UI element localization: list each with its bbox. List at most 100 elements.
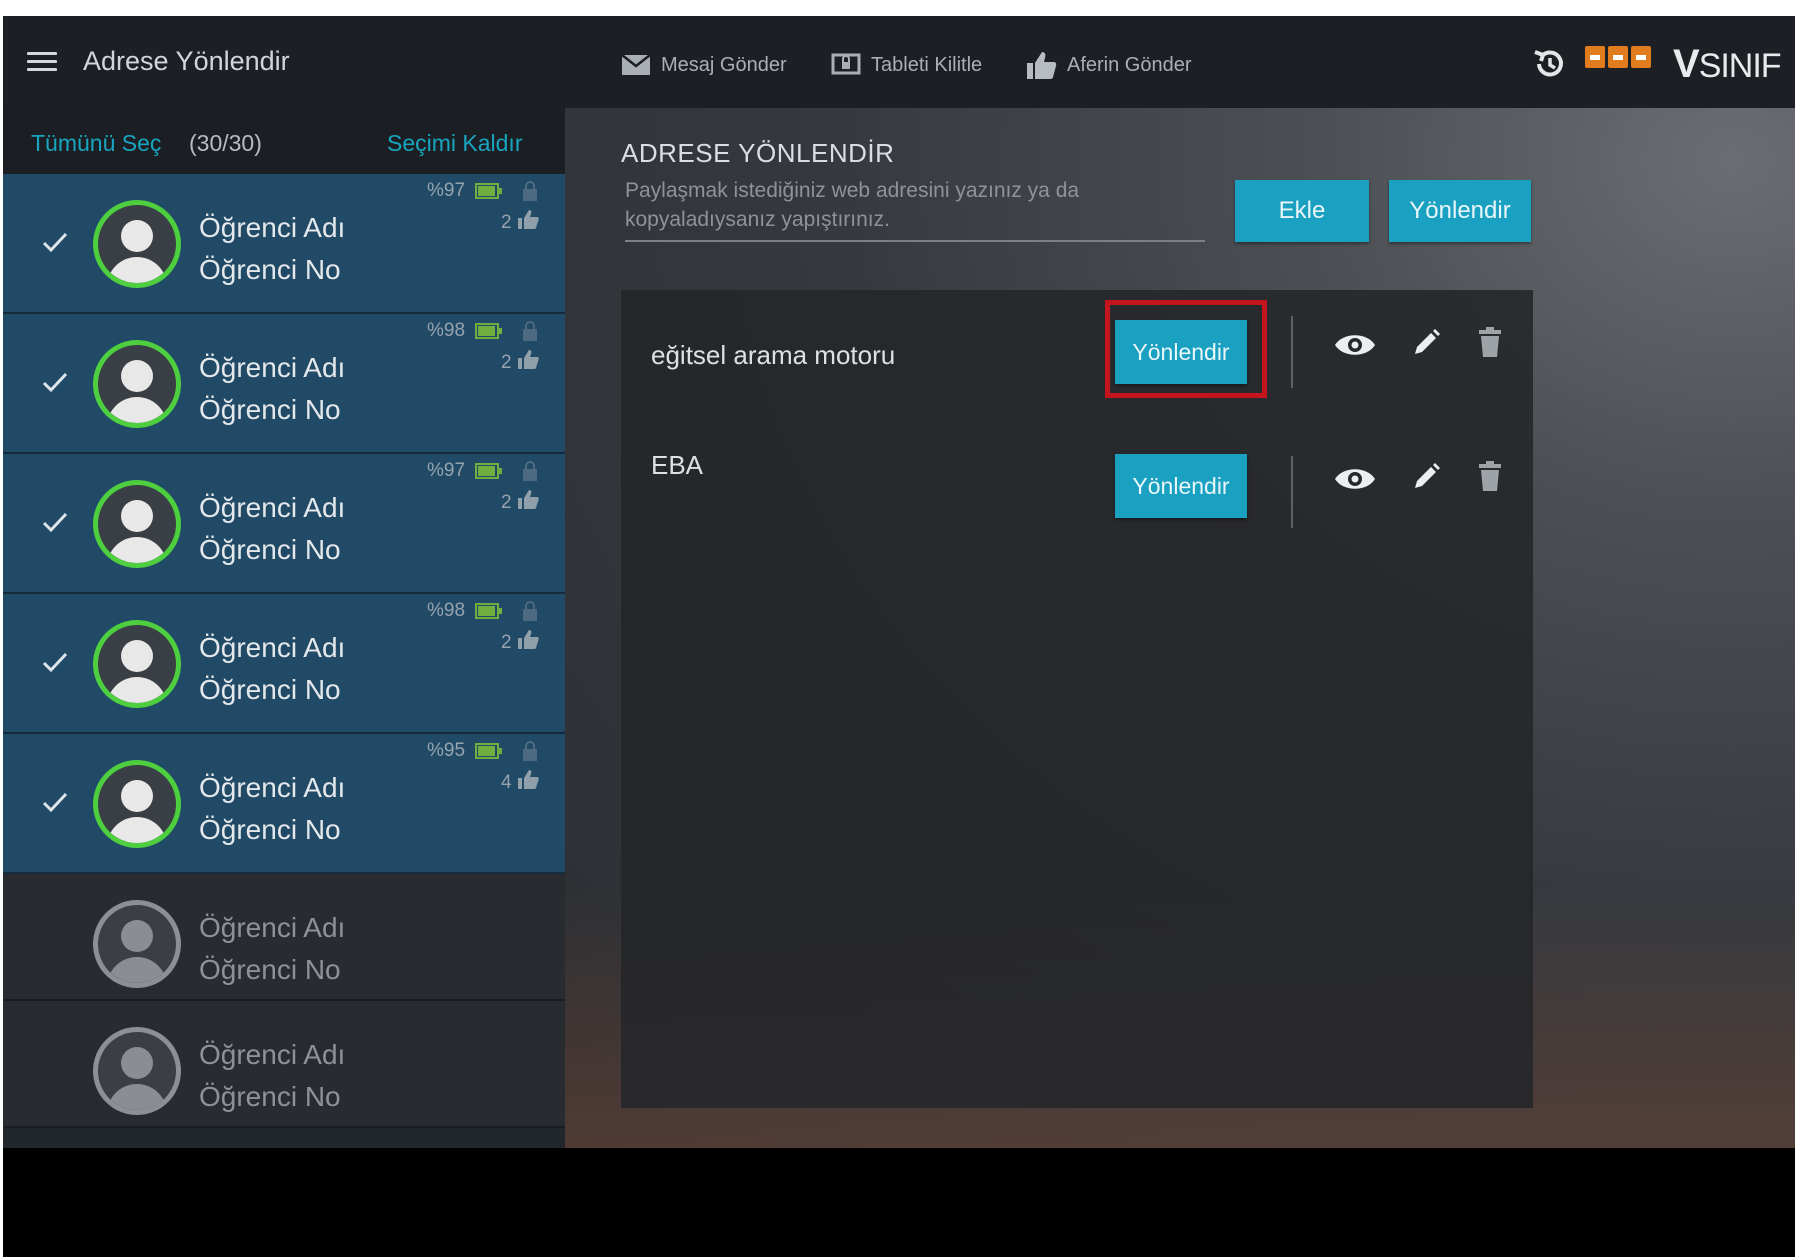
student-row[interactable]: Öğrenci Adı Öğrenci No %98 2 [3,594,565,734]
eye-icon[interactable] [1333,464,1377,494]
menu-icon[interactable] [27,52,57,74]
envelope-icon [621,54,651,75]
send-message-button[interactable]: Mesaj Gönder [621,50,787,80]
trash-icon[interactable] [1477,460,1503,492]
checkmark-icon [42,512,68,533]
brand-logo-letter: V [1673,42,1700,86]
thumbs-up-icon [518,630,539,649]
avatar [93,620,181,708]
main-panel: ADRESE YÖNLENDİR Paylaşmak istediğiniz w… [565,108,1795,1148]
avatar [93,340,181,428]
avatar [93,480,181,568]
student-list: Öğrenci Adı Öğrenci No %97 2 Öğrenci Adı Öğre… [3,174,565,1128]
select-all-button[interactable]: Tümünü Seç [31,130,161,157]
checkmark-icon [42,232,68,253]
student-row[interactable]: Öğrenci Adı Öğrenci No [3,1001,565,1128]
redirect-button[interactable]: Yönlendir [1389,180,1531,242]
lock-tablet-button[interactable]: Tableti Kilitle [831,50,982,80]
eye-icon[interactable] [1333,330,1377,360]
top-bar: Adrese Yönlendir Mesaj Gönder Tableti Ki… [3,16,1795,108]
student-number: Öğrenci No [199,674,341,705]
thumbs-up-icon [1027,52,1057,79]
send-bravo-label: Aferin Gönder [1067,53,1192,76]
section-title: ADRESE YÖNLENDİR [621,138,895,168]
student-name: Öğrenci Adı [199,912,346,943]
battery-percent: %95 [427,740,466,761]
avatar [93,1027,181,1115]
student-name: Öğrenci Adı [199,352,346,383]
brand-logo: VSINIF [1673,42,1782,87]
brand-blocks-icon [1585,46,1651,68]
saved-links-list: eğitsel arama motoru Yönlendir EBA Yönle… [621,290,1533,1108]
battery-percent: %97 [427,460,466,481]
like-count: 2 [501,632,512,653]
tablet-screen: Adrese Yönlendir Mesaj Gönder Tableti Ki… [3,16,1795,1257]
student-number: Öğrenci No [199,954,341,985]
student-name: Öğrenci Adı [199,772,346,803]
lock-tablet-label: Tableti Kilitle [871,53,983,76]
student-number: Öğrenci No [199,254,341,285]
student-name: Öğrenci Adı [199,632,346,663]
deselect-button[interactable]: Seçimi Kaldır [387,130,522,157]
student-row[interactable]: Öğrenci Adı Öğrenci No %97 2 [3,174,565,314]
battery-icon [475,463,502,479]
lock-icon [523,601,537,621]
avatar [93,900,181,988]
like-count: 2 [501,212,512,233]
avatar [93,200,181,288]
add-button[interactable]: Ekle [1235,180,1369,242]
divider [1291,456,1293,528]
thumbs-up-icon [518,770,539,789]
student-name: Öğrenci Adı [199,1039,346,1070]
lock-icon [523,741,537,761]
battery-percent: %98 [427,320,466,341]
student-row[interactable]: Öğrenci Adı Öğrenci No [3,874,565,1001]
checkmark-icon [42,372,68,393]
pencil-icon[interactable] [1411,328,1441,358]
tablet-lock-icon [831,53,861,75]
brand-logo-text: SINIF [1698,47,1782,85]
highlight-box [1105,300,1267,398]
divider [1291,316,1293,388]
thumbs-up-icon [518,490,539,509]
link-label: eğitsel arama motoru [651,340,896,370]
student-number: Öğrenci No [199,534,341,565]
student-name: Öğrenci Adı [199,212,346,243]
list-item: EBA Yönlendir [621,420,1533,550]
battery-icon [475,603,502,619]
sidebar-header: Tümünü Seç (30/30) Seçimi Kaldır [3,108,565,174]
like-count: 2 [501,492,512,513]
student-row[interactable]: Öğrenci Adı Öğrenci No %97 2 [3,454,565,594]
like-count: 4 [501,772,512,793]
history-icon[interactable] [1531,46,1567,82]
like-count: 2 [501,352,512,373]
send-message-label: Mesaj Gönder [661,53,787,76]
battery-icon [475,323,502,339]
student-row[interactable]: Öğrenci Adı Öğrenci No %98 2 [3,314,565,454]
lock-icon [523,461,537,481]
pencil-icon[interactable] [1411,462,1441,492]
student-sidebar: Tümünü Seç (30/30) Seçimi Kaldır Öğrenci… [3,108,565,1148]
thumbs-up-icon [518,350,539,369]
student-row[interactable]: Öğrenci Adı Öğrenci No %95 4 [3,734,565,874]
student-number: Öğrenci No [199,1081,341,1112]
send-bravo-button[interactable]: Aferin Gönder [1025,50,1192,80]
battery-icon [475,743,502,759]
list-item: eğitsel arama motoru Yönlendir [621,290,1533,420]
student-name: Öğrenci Adı [199,492,346,523]
battery-percent: %97 [427,180,466,201]
link-label: EBA [651,450,704,480]
battery-icon [475,183,502,199]
link-redirect-button[interactable]: Yönlendir [1115,454,1247,518]
lock-icon [523,321,537,341]
thumbs-up-icon [518,210,539,229]
student-number: Öğrenci No [199,394,341,425]
checkmark-icon [42,652,68,673]
page-title: Adrese Yönlendir [83,46,290,76]
lock-icon [523,181,537,201]
url-input[interactable]: Paylaşmak istediğiniz web adresini yazın… [625,176,1205,242]
checkmark-icon [42,792,68,813]
selection-count: (30/30) [189,130,262,156]
battery-percent: %98 [427,600,466,621]
trash-icon[interactable] [1477,326,1503,358]
